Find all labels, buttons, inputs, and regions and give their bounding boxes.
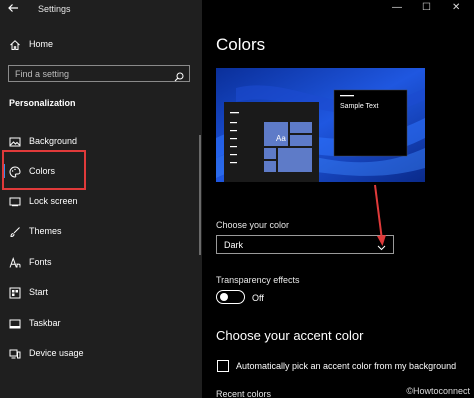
brush-icon	[9, 225, 21, 238]
home-label: Home	[29, 39, 54, 49]
transparency-label: Transparency effects	[216, 275, 300, 285]
sidebar-item-label: Device usage	[29, 348, 84, 358]
back-arrow-icon	[8, 4, 18, 12]
window-controls: — ☐ ✕	[384, 0, 474, 18]
preview-sample-text: Sample Text	[340, 103, 379, 110]
auto-accent-label: Automatically pick an accent color from …	[236, 361, 457, 371]
sidebar-item-label: Taskbar	[29, 318, 61, 328]
sidebar-item-label: Lock screen	[29, 196, 78, 206]
annotation-arrow	[374, 184, 386, 246]
theme-preview: Aa Sample Text	[216, 68, 425, 182]
search-input[interactable]	[15, 67, 165, 80]
transparency-toggle[interactable]	[216, 290, 245, 304]
auto-accent-checkbox[interactable]	[217, 360, 229, 372]
page-title: Colors	[216, 35, 266, 54]
start-icon	[9, 286, 21, 299]
section-header-personalization: Personalization	[9, 98, 76, 108]
minimize-button[interactable]: —	[392, 2, 402, 13]
choose-color-value: Dark	[224, 240, 244, 250]
search-box[interactable]	[8, 65, 190, 82]
device-usage-icon	[9, 347, 21, 359]
sidebar-item-taskbar[interactable]: Taskbar	[0, 311, 202, 335]
taskbar-icon	[9, 317, 21, 329]
app-title: Settings	[38, 4, 71, 14]
maximize-button[interactable]: ☐	[422, 2, 431, 13]
highlight-box	[2, 150, 86, 190]
sidebar-item-label: Background	[29, 136, 78, 146]
preview-tile-text: Aa	[276, 134, 286, 143]
choose-color-dropdown[interactable]: Dark	[216, 235, 394, 254]
sidebar: Settings Home Personalization Background…	[0, 0, 202, 398]
sidebar-scrollbar[interactable]	[199, 135, 201, 255]
sidebar-item-fonts[interactable]: Fonts	[0, 250, 202, 274]
sidebar-item-themes[interactable]: Themes	[0, 219, 202, 243]
watermark: ©Howtoconnect	[406, 386, 470, 396]
sidebar-item-device-usage[interactable]: Device usage	[0, 341, 202, 365]
back-button[interactable]	[7, 2, 21, 16]
sidebar-item-label: Start	[29, 287, 49, 297]
transparency-state: Off	[252, 293, 264, 303]
lock-screen-icon	[9, 195, 21, 207]
image-icon	[9, 135, 21, 147]
toggle-knob	[220, 293, 228, 301]
home-icon	[9, 38, 21, 50]
close-button[interactable]: ✕	[452, 2, 460, 13]
sidebar-item-label: Fonts	[29, 257, 52, 267]
preview-wallpaper-image	[216, 68, 425, 182]
choose-color-label: Choose your color	[216, 220, 290, 230]
sidebar-item-lock-screen[interactable]: Lock screen	[0, 189, 202, 213]
home-nav-item[interactable]: Home	[0, 34, 202, 56]
accent-color-heading: Choose your accent color	[216, 328, 364, 343]
title-bar: Settings	[0, 0, 202, 18]
search-icon[interactable]	[174, 69, 184, 82]
main-content: — ☐ ✕ Colors Aa Sample Text Choose your …	[202, 0, 474, 398]
sidebar-item-start[interactable]: Start	[0, 280, 202, 304]
sidebar-item-label: Themes	[29, 226, 62, 236]
font-icon	[9, 256, 21, 268]
recent-colors-label: Recent colors	[216, 389, 272, 398]
